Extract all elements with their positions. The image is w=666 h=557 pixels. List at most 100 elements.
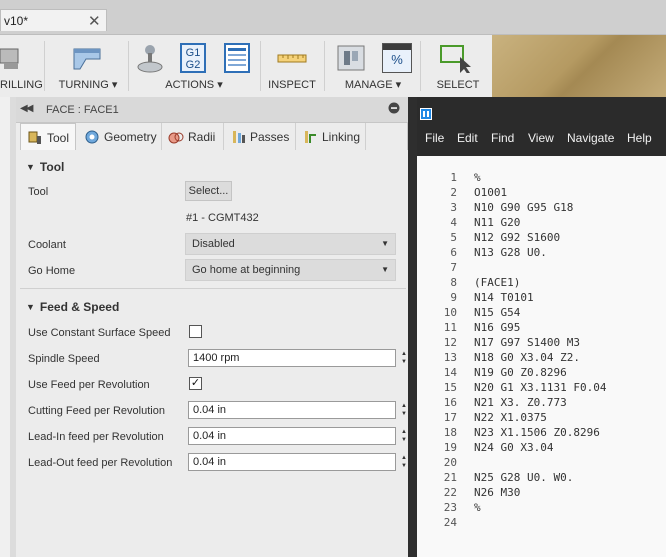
code-line[interactable]: N10 G90 G95 G18 (474, 201, 573, 214)
collapse-arrows-icon[interactable]: ◀◀ (20, 103, 33, 114)
line-number: 22 (443, 486, 457, 499)
minimize-icon[interactable] (388, 102, 400, 114)
section-feed-speed-header[interactable]: ▼ Feed & Speed (26, 300, 119, 314)
line-number: 21 (443, 471, 457, 484)
line-number: 5 (450, 231, 457, 244)
code-line[interactable]: N13 G28 U0. (474, 246, 547, 259)
menu-view[interactable]: View (528, 131, 554, 145)
collapse-triangle-icon: ▼ (26, 162, 35, 172)
tab-tool-label: Tool (47, 131, 70, 145)
line-number: 24 (443, 516, 457, 529)
coolant-value: Disabled (192, 238, 235, 250)
measure-icon (277, 54, 307, 63)
line-number: 16 (443, 396, 457, 409)
toolbar-drilling[interactable]: RILLING (0, 35, 43, 97)
code-line[interactable]: N16 G95 (474, 321, 520, 334)
lead-out-feed-input[interactable]: 0.04 in ▲ ▼ (188, 453, 407, 471)
section-divider (20, 288, 406, 289)
code-line[interactable]: N26 M30 (474, 486, 520, 499)
toolbar-manage-label: MANAGE ▾ (344, 79, 402, 91)
code-line[interactable]: N24 G0 X3.04 (474, 441, 553, 454)
line-number: 1 (450, 171, 457, 184)
cutting-feed-input[interactable]: 0.04 in ▲ ▼ (188, 401, 407, 419)
post-process-icon: G1 G2 (180, 43, 206, 73)
constant-surface-speed-label: Use Constant Surface Speed (28, 327, 171, 339)
constant-surface-speed-checkbox[interactable] (189, 325, 202, 338)
coolant-select[interactable]: Disabled ▼ (185, 233, 396, 255)
code-line[interactable]: N12 G92 S1600 (474, 231, 560, 244)
toolbar-divider (420, 41, 421, 91)
toolbar-turning[interactable]: TURNING ▾ (52, 35, 124, 97)
radii-icon (168, 132, 184, 144)
toolbar-divider (128, 41, 129, 91)
select-tool-button[interactable]: Select... (185, 181, 232, 201)
menu-edit[interactable]: Edit (457, 131, 478, 145)
toolbar-manage[interactable]: % MANAGE ▾ (330, 35, 416, 97)
line-number: 12 (443, 336, 457, 349)
tab-tool[interactable]: Tool (20, 123, 76, 150)
section-feed-speed-title: Feed & Speed (39, 300, 120, 314)
select-icon (440, 45, 471, 73)
menu-find[interactable]: Find (491, 131, 514, 145)
code-line[interactable]: N15 G54 (474, 306, 520, 319)
tab-radii[interactable]: Radii (162, 123, 224, 150)
code-line[interactable]: N19 G0 Z0.8296 (474, 366, 567, 379)
passes-icon (233, 131, 245, 143)
code-line[interactable]: N23 X1.1506 Z0.8296 (474, 426, 600, 439)
model-viewport[interactable] (492, 35, 666, 97)
line-number: 11 (443, 321, 457, 334)
toolbar-actions-label: ACTIONS ▾ (165, 79, 223, 91)
code-line[interactable]: N17 G97 S1400 M3 (474, 336, 580, 349)
line-number: 18 (443, 426, 457, 439)
spindle-speed-input[interactable]: 1400 rpm ▲ ▼ (188, 349, 407, 367)
toolbar-select[interactable]: SELECT (424, 35, 492, 97)
toolbar-inspect[interactable]: INSPECT (264, 35, 320, 97)
code-line[interactable]: N14 T0101 (474, 291, 534, 304)
menu-help[interactable]: Help (627, 131, 652, 145)
toolbar-drilling-label: RILLING (0, 79, 43, 91)
checkmark-icon: ✓ (190, 377, 201, 389)
tab-geometry[interactable]: Geometry (78, 123, 162, 150)
code-line[interactable]: N22 X1.0375 (474, 411, 547, 424)
line-number: 15 (443, 381, 457, 394)
lead-in-feed-label: Lead-In feed per Revolution (28, 431, 164, 443)
line-number: 10 (443, 306, 457, 319)
menu-navigate[interactable]: Navigate (567, 131, 614, 145)
post-library-symbol: % (391, 52, 403, 67)
drilling-icon (0, 48, 19, 69)
code-line[interactable]: N20 G1 X3.1131 F0.04 (474, 381, 606, 394)
go-home-label: Go Home (28, 265, 76, 277)
code-line[interactable]: O1001 (474, 186, 507, 199)
code-line[interactable]: N25 G28 U0. W0. (474, 471, 573, 484)
line-number: 2 (450, 186, 457, 199)
toolbar-actions[interactable]: G1 G2 ACTIONS ▾ (132, 35, 256, 97)
code-line[interactable]: (FACE1) (474, 276, 520, 289)
lead-in-feed-input[interactable]: 0.04 in ▲ ▼ (188, 427, 407, 445)
document-tab[interactable]: v10* ✕ (0, 9, 107, 31)
line-number: 9 (450, 291, 457, 304)
line-number: 23 (443, 501, 457, 514)
go-home-select[interactable]: Go home at beginning ▼ (185, 259, 396, 281)
menu-file[interactable]: File (425, 131, 444, 145)
section-tool-header[interactable]: ▼ Tool (26, 160, 64, 174)
feed-per-revolution-checkbox[interactable]: ✓ (189, 377, 202, 390)
toolbar: RILLING TURNING ▾ G1 G2 ACTIONS ▾ INSPEC… (0, 35, 492, 97)
toolbar-divider (324, 41, 325, 91)
tab-linking-label: Linking (322, 130, 361, 144)
document-tab-bar: v10* ✕ (0, 0, 666, 35)
code-line[interactable]: N11 G20 (474, 216, 520, 229)
tab-passes[interactable]: Passes (224, 123, 296, 150)
dialog-header[interactable]: ◀◀ FACE : FACE1 (16, 97, 408, 123)
line-number: 8 (450, 276, 457, 289)
code-line[interactable]: % (474, 171, 481, 184)
lead-in-feed-value: 0.04 in (193, 430, 227, 442)
line-number: 4 (450, 216, 457, 229)
toolbar-select-label: SELECT (436, 79, 480, 91)
spindle-speed-value: 1400 rpm (193, 352, 240, 364)
code-line[interactable]: % (474, 501, 481, 514)
code-line[interactable]: N21 X3. Z0.773 (474, 396, 567, 409)
code-line[interactable]: N18 G0 X3.04 Z2. (474, 351, 580, 364)
setup-sheet-icon (224, 43, 250, 73)
tab-linking[interactable]: Linking (296, 123, 366, 150)
close-tab-icon[interactable]: ✕ (88, 12, 101, 30)
